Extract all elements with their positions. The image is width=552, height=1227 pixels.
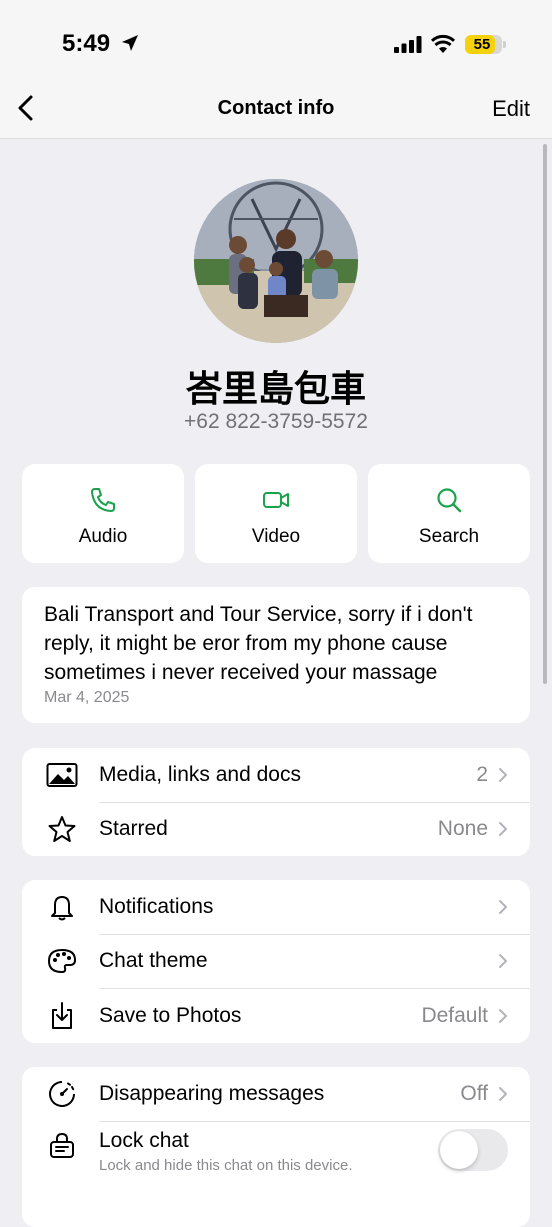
navigation-bar: Contact info Edit [0,80,552,139]
status-time: 5:49 [62,30,111,57]
battery-indicator: 55 [465,35,506,54]
lock-chat-sublabel: Lock and hide this chat on this device. [99,1157,353,1174]
lock-chat-row: Lock chat Lock and hide this chat on thi… [22,1121,530,1181]
about-card: Bali Transport and Tour Service, sorry i… [22,587,530,723]
media-starred-card: Media, links and docs 2 Starred None [22,748,530,856]
save-to-photos-row[interactable]: Save to Photos Default [22,989,530,1043]
timer-icon [49,1081,75,1107]
wifi-icon [430,34,456,53]
settings-card: Notifications Chat theme Save to Photos … [22,880,530,1043]
chat-theme-row[interactable]: Chat theme [22,934,530,988]
bell-icon [51,896,73,921]
chevron-right-icon [499,1009,507,1023]
location-arrow-icon [122,35,138,51]
search-button[interactable]: Search [368,464,530,563]
search-icon [437,488,462,513]
privacy-card: Disappearing messages Off Lock chat Lock… [22,1067,530,1227]
chevron-right-icon [499,900,507,914]
media-count: 2 [476,763,488,786]
image-icon [46,763,78,787]
phone-icon [91,488,115,512]
chevron-right-icon [499,822,507,836]
starred-row[interactable]: Starred None [22,802,530,856]
audio-label: Audio [78,526,128,547]
battery-level: 55 [473,36,491,53]
about-date: Mar 4, 2025 [44,689,130,706]
chat-theme-label: Chat theme [99,949,208,972]
edit-button[interactable]: Edit [492,96,530,122]
save-to-photos-value: Default [421,1004,488,1027]
chevron-right-icon [499,768,507,782]
palette-icon [47,948,77,974]
disappearing-label: Disappearing messages [99,1082,325,1105]
video-label: Video [251,526,301,547]
contact-name: 峇里島包車 [185,368,366,409]
chevron-right-icon [499,954,507,968]
lock-chat-label: Lock chat [99,1129,189,1152]
star-icon [48,816,76,842]
chevron-right-icon [499,1087,507,1101]
contact-phone: +62 822-3759-5572 [184,410,368,433]
about-text: Bali Transport and Tour Service, sorry i… [44,603,473,684]
notifications-row[interactable]: Notifications [22,880,530,934]
lock-chat-toggle[interactable] [438,1129,508,1171]
video-call-button[interactable]: Video [195,464,357,563]
contact-avatar[interactable] [194,179,358,343]
disappearing-value: Off [460,1082,488,1105]
audio-call-button[interactable]: Audio [22,464,184,563]
save-to-photos-label: Save to Photos [99,1004,242,1027]
search-label: Search [418,526,480,547]
starred-label: Starred [99,817,168,840]
page-title: Contact info [217,97,335,119]
status-bar: 5:49 55 [0,0,552,80]
cellular-signal-icon [394,36,422,53]
starred-value: None [437,817,488,840]
media-links-docs-row[interactable]: Media, links and docs 2 [22,748,530,802]
notifications-label: Notifications [99,895,214,918]
disappearing-messages-row[interactable]: Disappearing messages Off [22,1067,530,1121]
download-icon [52,1002,72,1029]
media-label: Media, links and docs [99,763,301,786]
video-icon [263,492,289,508]
lock-chat-icon [50,1133,74,1158]
